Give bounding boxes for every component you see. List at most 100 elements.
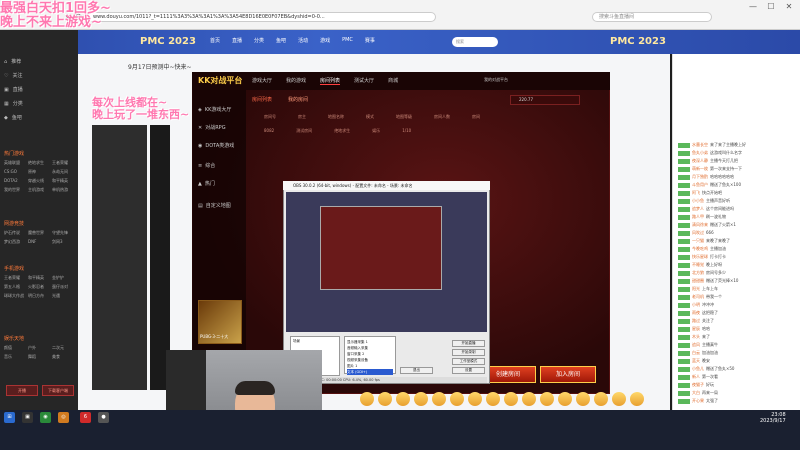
chat-username[interactable]: 风吹过 <box>692 230 704 235</box>
kk-tab[interactable]: 我的房间 <box>288 96 308 103</box>
emote-icon[interactable] <box>432 392 446 406</box>
chat-username[interactable]: 甜甜圈 <box>692 278 704 283</box>
emote-icon[interactable] <box>414 392 428 406</box>
category-link[interactable]: 和平精英 <box>28 275 52 281</box>
category-link[interactable]: 永劫无间 <box>52 169 76 175</box>
app-icon[interactable]: 6 <box>80 412 91 423</box>
obs-exit-button[interactable]: 退出 <box>400 367 433 374</box>
start-icon[interactable]: ⊞ <box>4 412 15 423</box>
category-link[interactable]: 明日方舟 <box>28 293 52 299</box>
nav-item[interactable]: 游戏 <box>320 37 330 44</box>
kk-side-item[interactable]: ◈ KK游戏大厅 <box>198 104 244 116</box>
nav-item[interactable]: 活动 <box>298 37 308 44</box>
chat-username[interactable]: 阳光 <box>692 286 700 291</box>
chat-username[interactable]: 萌新一枚 <box>692 166 708 171</box>
obs-start-record-button[interactable]: 开始录制 <box>452 349 485 356</box>
chat-username[interactable]: 今晚吃鸡 <box>692 246 708 251</box>
category-link[interactable]: 单机热游 <box>52 187 76 193</box>
emote-icon[interactable] <box>450 392 464 406</box>
emote-icon[interactable] <box>486 392 500 406</box>
obs-app-icon[interactable]: ● <box>98 412 109 423</box>
chat-username[interactable]: 夜猫子 <box>692 382 704 387</box>
chat-username[interactable]: 斗鱼用户 <box>692 182 708 187</box>
chat-username[interactable]: 路人甲 <box>692 214 704 219</box>
category-link[interactable]: 王者荣耀 <box>52 160 76 166</box>
chat-username[interactable]: 清风徐来 <box>692 222 708 227</box>
nav-item[interactable]: PMC <box>342 37 353 44</box>
category-link[interactable]: 颜值 <box>4 345 28 351</box>
category-link[interactable]: 剑网3 <box>52 239 76 245</box>
chat-username[interactable]: 一只猫 <box>692 238 704 243</box>
nav-item[interactable]: 直播 <box>232 37 242 44</box>
emote-icon[interactable] <box>396 392 410 406</box>
category-link[interactable]: 金铲铲 <box>52 275 76 281</box>
category-link[interactable]: 英雄联盟 <box>4 160 28 166</box>
app-icon[interactable]: ▣ <box>22 412 33 423</box>
kk-room-search[interactable]: 220.77 <box>510 95 580 105</box>
chat-username[interactable]: 北方狼 <box>692 270 704 275</box>
kk-side-item[interactable]: ✕ 对战RPG <box>198 122 244 134</box>
category-link[interactable]: DOTA2 <box>4 178 28 184</box>
sidebar-item-follow[interactable]: ♡ 关注 <box>4 70 74 82</box>
category-link[interactable]: 火影忍者 <box>28 284 52 290</box>
kk-user[interactable]: 我的对战平台 <box>484 77 508 83</box>
chat-username[interactable]: 木头 <box>692 334 700 339</box>
kk-nav-item[interactable]: 我的游戏 <box>286 77 306 85</box>
category-link[interactable]: 我的世界 <box>4 187 28 193</box>
obs-settings-button[interactable]: 设置 <box>452 367 485 374</box>
emote-icon[interactable] <box>360 392 374 406</box>
nav-item[interactable]: 鱼吧 <box>276 37 286 44</box>
download-client-button[interactable]: 下载客户端 <box>42 385 74 396</box>
chat-username[interactable]: 快乐星球 <box>692 254 708 259</box>
category-link[interactable]: DNF <box>28 239 52 245</box>
nav-item[interactable]: 首页 <box>210 37 220 44</box>
chat-username[interactable]: 蓝天 <box>692 358 700 363</box>
kk-nav-item[interactable]: 测试大厅 <box>354 77 374 85</box>
start-stream-button[interactable]: 开播 <box>6 385 38 396</box>
emote-icon[interactable] <box>576 392 590 406</box>
category-link[interactable]: 蛋仔派对 <box>52 284 76 290</box>
chat-username[interactable]: 白云 <box>692 350 700 355</box>
category-link[interactable]: 原神 <box>28 169 52 175</box>
chat-username[interactable]: 鱼丸小弟 <box>692 150 708 155</box>
sidebar-item-fishbar[interactable]: ◆ 鱼吧 <box>4 112 74 124</box>
join-room-button[interactable]: 加入房间 <box>540 366 596 383</box>
chat-username[interactable]: 路过 <box>692 318 700 323</box>
browser-search-input[interactable]: 搜索斗鱼直播间 <box>592 12 712 22</box>
chat-username[interactable]: 大白 <box>692 390 700 395</box>
kk-tab-active[interactable]: 房间列表 <box>252 96 272 103</box>
kk-side-item[interactable]: ▤ 自定义地图 <box>198 200 244 212</box>
sidebar-item-recommend[interactable]: ⌂ 推荐 <box>4 56 74 68</box>
sidebar-item-live[interactable]: ▣ 直播 <box>4 84 74 96</box>
emote-icon[interactable] <box>504 392 518 406</box>
address-bar[interactable]: www.douyu.com/1011?_t=1111%3A3%3A%3A1%3A… <box>86 12 436 22</box>
kk-nav-item[interactable]: 游戏大厅 <box>252 77 272 85</box>
emote-icon[interactable] <box>522 392 536 406</box>
maximize-icon[interactable]: ☐ <box>766 2 776 12</box>
chat-username[interactable]: 水墨长空 <box>692 142 708 147</box>
category-link[interactable]: 音乐 <box>4 354 28 360</box>
sidebar-item-category[interactable]: ▦ 分类 <box>4 98 74 110</box>
chat-username[interactable]: 新人 <box>692 374 700 379</box>
category-link[interactable]: 和平精英 <box>52 178 76 184</box>
category-link[interactable]: 光遇 <box>52 293 76 299</box>
category-link[interactable]: 二次元 <box>52 345 76 351</box>
obs-studio-mode-button[interactable]: 工作室模式 <box>452 358 485 365</box>
chat-username[interactable]: 小明 <box>692 302 700 307</box>
chat-username[interactable]: 追风 <box>692 342 700 347</box>
kk-side-item[interactable]: ▲ 热门 <box>198 178 244 190</box>
kk-nav-item-active[interactable]: 房间列表 <box>320 77 341 85</box>
category-link[interactable]: 魔兽世界 <box>28 230 52 236</box>
category-link[interactable]: 绝地求生 <box>28 160 52 166</box>
chat-username[interactable]: 小鱼儿 <box>692 366 704 371</box>
category-link[interactable]: 第五人格 <box>4 284 28 290</box>
chat-username[interactable]: 雨夜 <box>692 310 700 315</box>
nav-item[interactable]: 分类 <box>254 37 264 44</box>
category-link[interactable]: 户外 <box>28 345 52 351</box>
site-search-input[interactable]: 搜索 <box>452 37 498 47</box>
emote-icon[interactable] <box>594 392 608 406</box>
kk-side-item[interactable]: ≡ 综合 <box>198 160 244 172</box>
chat-username[interactable]: 夜深人静 <box>692 158 708 163</box>
category-link[interactable]: 舞蹈 <box>28 354 52 360</box>
minimize-icon[interactable]: — <box>748 2 758 12</box>
